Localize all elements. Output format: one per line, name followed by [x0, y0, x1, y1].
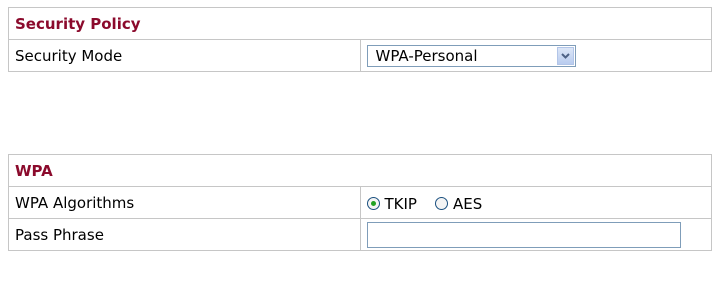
security-mode-label: Security Mode: [8, 39, 361, 72]
wpa-header: WPA: [8, 154, 712, 187]
security-policy-table: Security Policy Security Mode WPA-Person…: [8, 7, 712, 72]
security-mode-select[interactable]: WPA-Personal: [366, 44, 576, 67]
security-mode-row: Security Mode WPA-Personal: [8, 39, 712, 72]
radio-aes[interactable]: AES: [434, 194, 483, 213]
radio-aes-label: AES: [452, 194, 483, 213]
security-policy-section: Security Policy Security Mode WPA-Person…: [8, 7, 712, 72]
wpa-section: WPA WPA Algorithms TKIP AES Pass Phrase: [8, 154, 712, 251]
wpa-algorithms-label: WPA Algorithms: [8, 186, 361, 219]
radio-tkip-label: TKIP: [384, 194, 417, 213]
wpa-algorithms-row: WPA Algorithms TKIP AES: [8, 186, 712, 219]
pass-phrase-label: Pass Phrase: [8, 218, 361, 251]
wpa-header-row: WPA: [8, 154, 712, 187]
security-mode-cell: WPA-Personal: [359, 39, 712, 72]
chevron-down-icon[interactable]: [556, 46, 574, 65]
wpa-table: WPA WPA Algorithms TKIP AES Pass Phrase: [8, 154, 712, 251]
radio-tkip-indicator[interactable]: [366, 197, 380, 211]
pass-phrase-input[interactable]: [366, 221, 681, 248]
security-policy-header-row: Security Policy: [8, 7, 712, 40]
pass-phrase-row: Pass Phrase: [8, 218, 712, 251]
security-mode-selected-value: WPA-Personal: [375, 46, 478, 65]
wpa-algorithms-cell: TKIP AES: [359, 186, 712, 219]
wpa-algorithms-radio-group: TKIP AES: [366, 194, 501, 213]
pass-phrase-cell: [359, 218, 712, 251]
radio-tkip[interactable]: TKIP: [366, 194, 417, 213]
radio-selected-dot: [370, 201, 376, 207]
security-policy-header: Security Policy: [8, 7, 712, 40]
radio-aes-indicator[interactable]: [434, 197, 448, 211]
